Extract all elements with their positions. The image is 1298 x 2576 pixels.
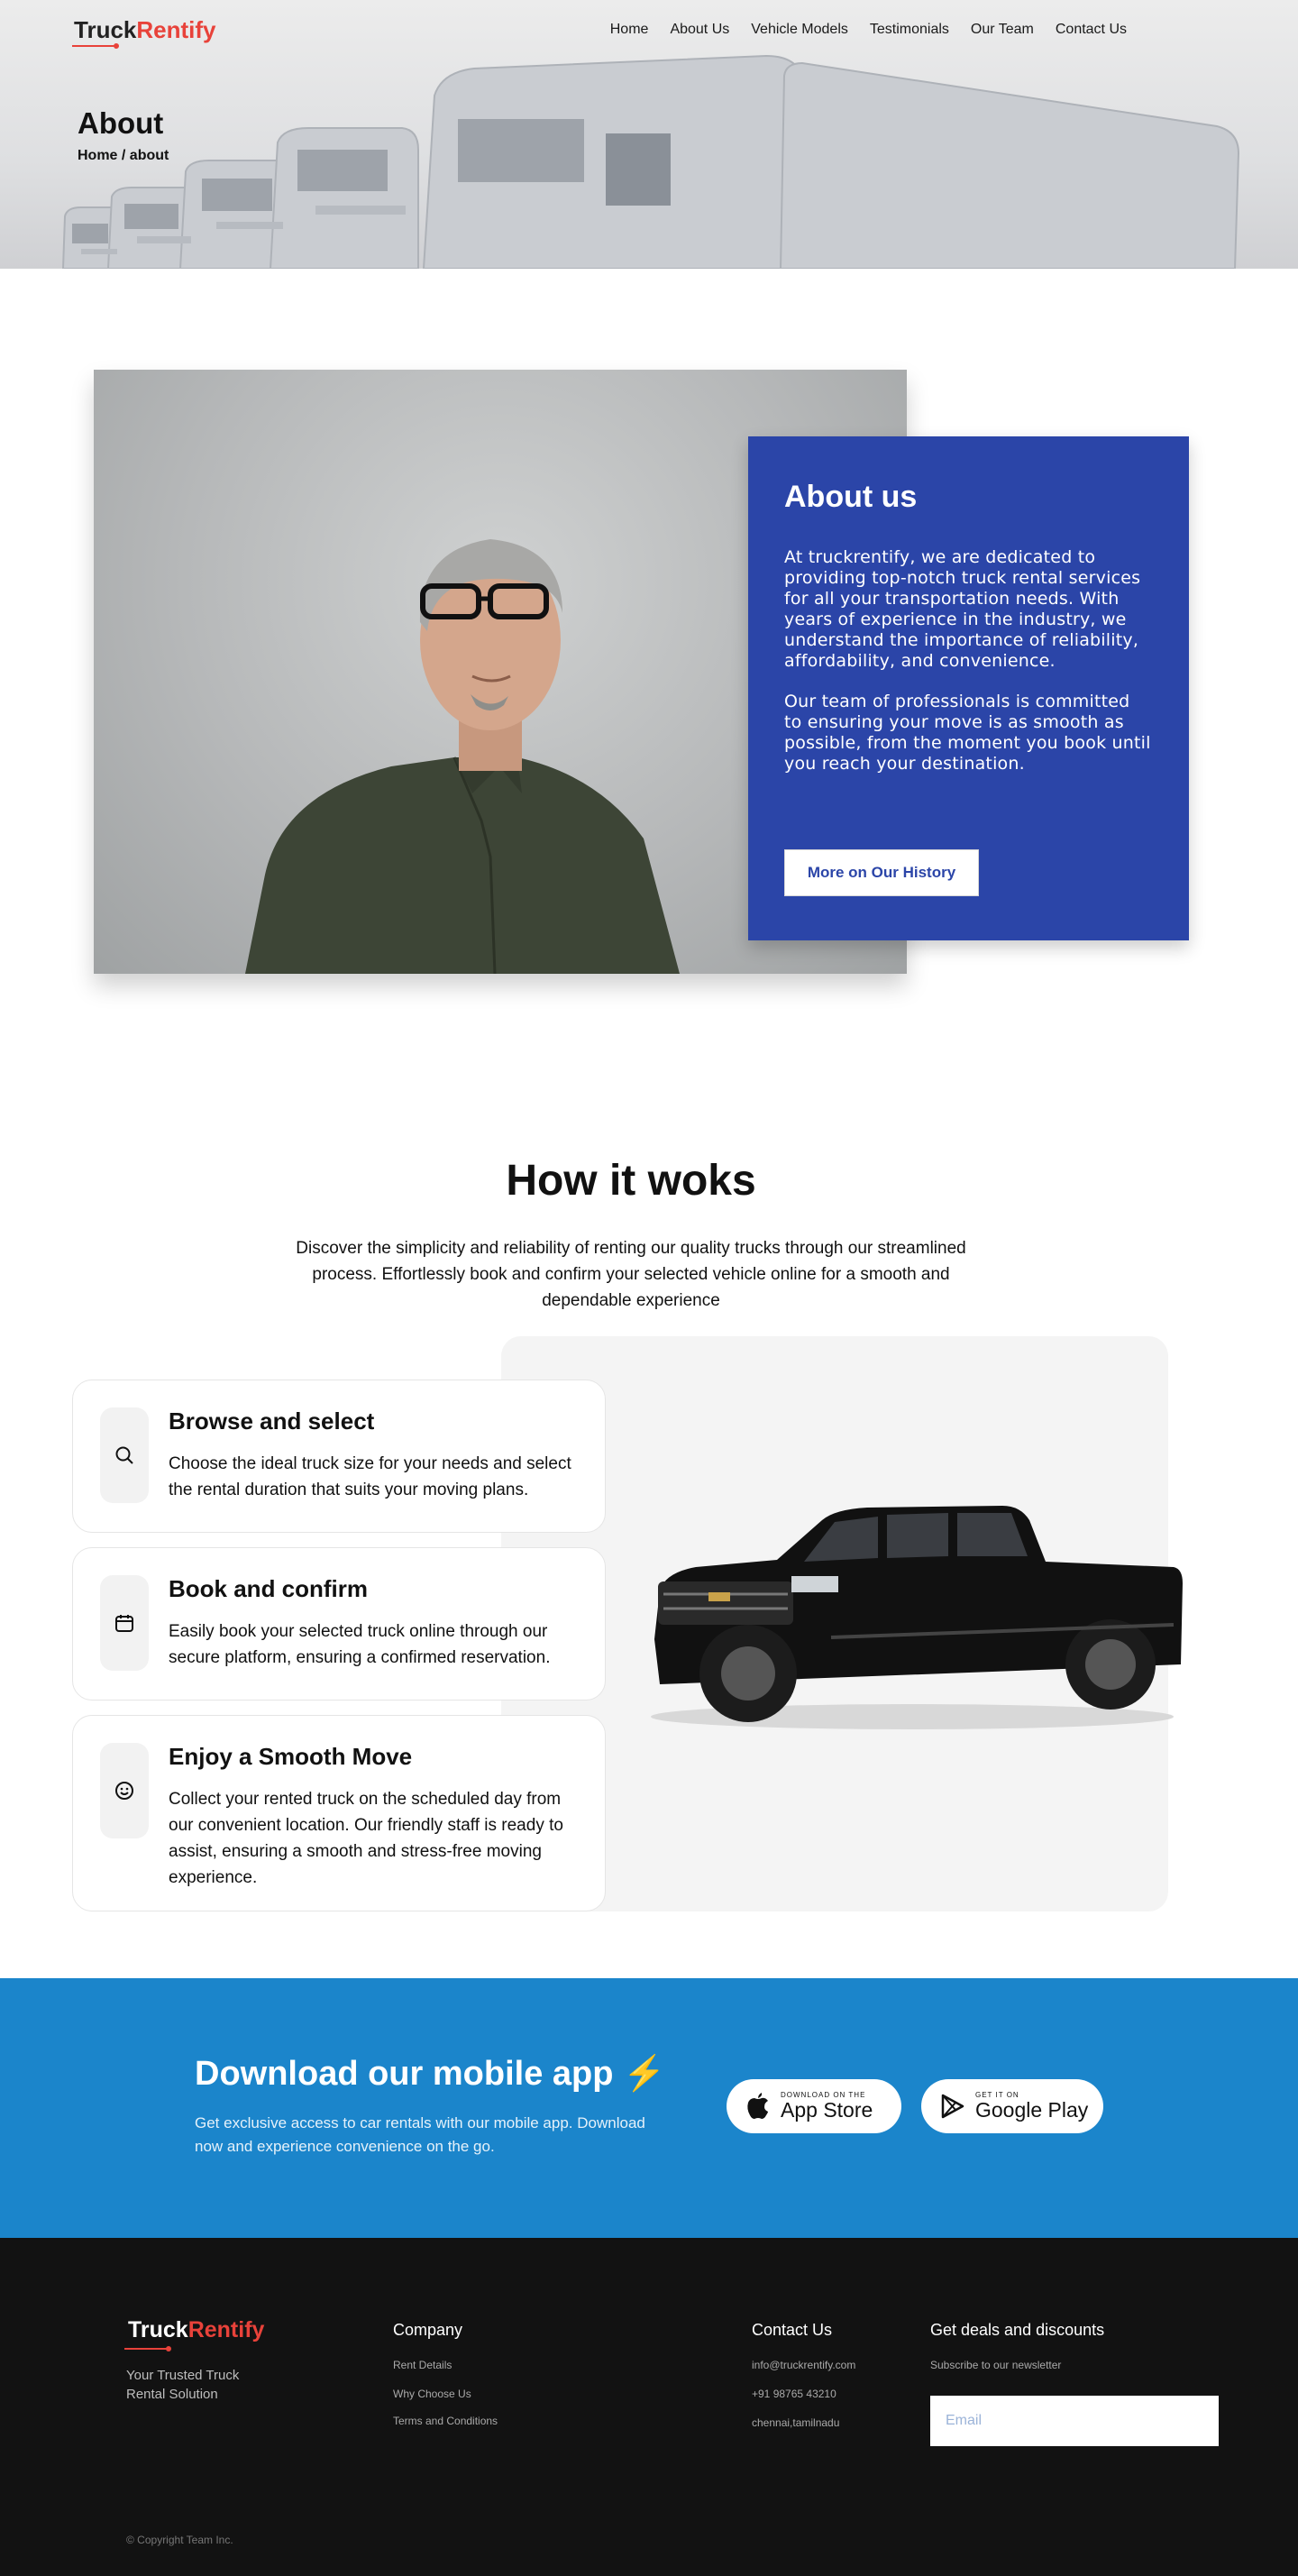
how-it-works-title: How it woks (506, 1157, 756, 1205)
nav-vehicle-models[interactable]: Vehicle Models (751, 22, 848, 38)
download-app-section: Download our mobile app ⚡ Get exclusive … (0, 1978, 1298, 2238)
contact-email[interactable]: info@truckrentify.com (752, 2359, 855, 2371)
step-text: Easily book your selected truck online t… (169, 1622, 551, 1667)
trucks-background-image (61, 54, 1240, 269)
about-us-card: About us At truckrentify, we are dedicat… (748, 436, 1189, 940)
step-card-browse: Browse and select Choose the ideal truck… (72, 1380, 606, 1533)
footer-logo-part2: Rentify (187, 2317, 265, 2342)
how-it-works-subtitle: Discover the simplicity and reliability … (296, 1239, 966, 1310)
google-play-icon (941, 2094, 964, 2119)
deals-heading: Get deals and discounts (930, 2321, 1105, 2339)
footer-logo-underline (124, 2346, 171, 2351)
step-text: Collect your rented truck on the schedul… (169, 1790, 563, 1887)
newsletter-email-input[interactable]: Email (930, 2396, 1219, 2446)
contact-heading: Contact Us (752, 2321, 833, 2339)
download-text: Get exclusive access to car rentals with… (195, 2114, 645, 2155)
lightning-icon: ⚡ (623, 2055, 666, 2093)
step-card-book: Book and confirm Easily book your select… (72, 1547, 606, 1701)
smiley-icon (115, 1782, 133, 1800)
download-title-text: Download our mobile app (195, 2055, 614, 2093)
brand-logo-part1: Truck (74, 16, 137, 43)
more-history-button[interactable]: More on Our History (784, 849, 979, 896)
step-card-move: Enjoy a Smooth Move Collect your rented … (72, 1715, 606, 1911)
contact-phone[interactable]: +91 98765 43210 (752, 2388, 836, 2400)
main-nav: Home About Us Vehicle Models Testimonial… (610, 22, 1127, 38)
logo-underline (72, 43, 119, 49)
pickup-truck-image (651, 1506, 1183, 1729)
breadcrumb[interactable]: Home / about (78, 148, 169, 164)
brand-logo-part2: Rentify (136, 16, 216, 43)
about-paragraph-1: At truckrentify, we are dedicated to pro… (784, 547, 1141, 671)
apple-icon (747, 2093, 768, 2119)
step-text: Choose the ideal truck size for your nee… (169, 1454, 571, 1499)
google-play-label: Google Play (975, 2098, 1089, 2122)
site-footer: TruckRentify Your Trusted Truck Rental S… (0, 2238, 1298, 2576)
footer-logo-part1: Truck (128, 2317, 188, 2342)
step-title: Enjoy a Smooth Move (169, 1743, 413, 1770)
search-icon (115, 1446, 133, 1464)
nav-about-us[interactable]: About Us (670, 22, 729, 38)
newsletter-subtitle: Subscribe to our newsletter (930, 2359, 1062, 2371)
step-icon-box (100, 1575, 149, 1671)
company-heading: Company (393, 2321, 463, 2339)
footer-link-rent-details[interactable]: Rent Details (393, 2359, 452, 2371)
calendar-icon (115, 1615, 133, 1632)
nav-testimonials[interactable]: Testimonials (870, 22, 949, 38)
google-play-button[interactable]: GET IT ON Google Play (921, 2079, 1103, 2133)
hero-banner: TruckRentify Home About Us Vehicle Model… (0, 0, 1298, 269)
footer-tagline: Your Trusted Truck Rental Solution (126, 2368, 240, 2402)
page-title: About (78, 106, 164, 140)
nav-home[interactable]: Home (610, 22, 649, 38)
copyright-text: © Copyright Team Inc. (126, 2534, 233, 2546)
step-icon-box (100, 1743, 149, 1838)
step-icon-box (100, 1407, 149, 1503)
step-title: Browse and select (169, 1407, 375, 1435)
about-heading: About us (784, 480, 918, 514)
nav-our-team[interactable]: Our Team (971, 22, 1034, 38)
download-title: Download our mobile app ⚡ (195, 2054, 665, 2094)
brand-logo[interactable]: TruckRentify (74, 16, 216, 44)
about-paragraph-2: Our team of professionals is committed t… (784, 692, 1151, 774)
nav-contact-us[interactable]: Contact Us (1056, 22, 1127, 38)
contact-location: chennai,tamilnadu (752, 2416, 840, 2429)
app-store-button[interactable]: DOWNLOAD ON THE App Store (727, 2079, 901, 2133)
app-store-label: App Store (781, 2098, 873, 2122)
footer-link-why-choose-us[interactable]: Why Choose Us (393, 2388, 471, 2400)
footer-link-terms[interactable]: Terms and Conditions (393, 2415, 498, 2427)
step-title: Book and confirm (169, 1575, 369, 1602)
footer-logo[interactable]: TruckRentify (128, 2317, 264, 2343)
